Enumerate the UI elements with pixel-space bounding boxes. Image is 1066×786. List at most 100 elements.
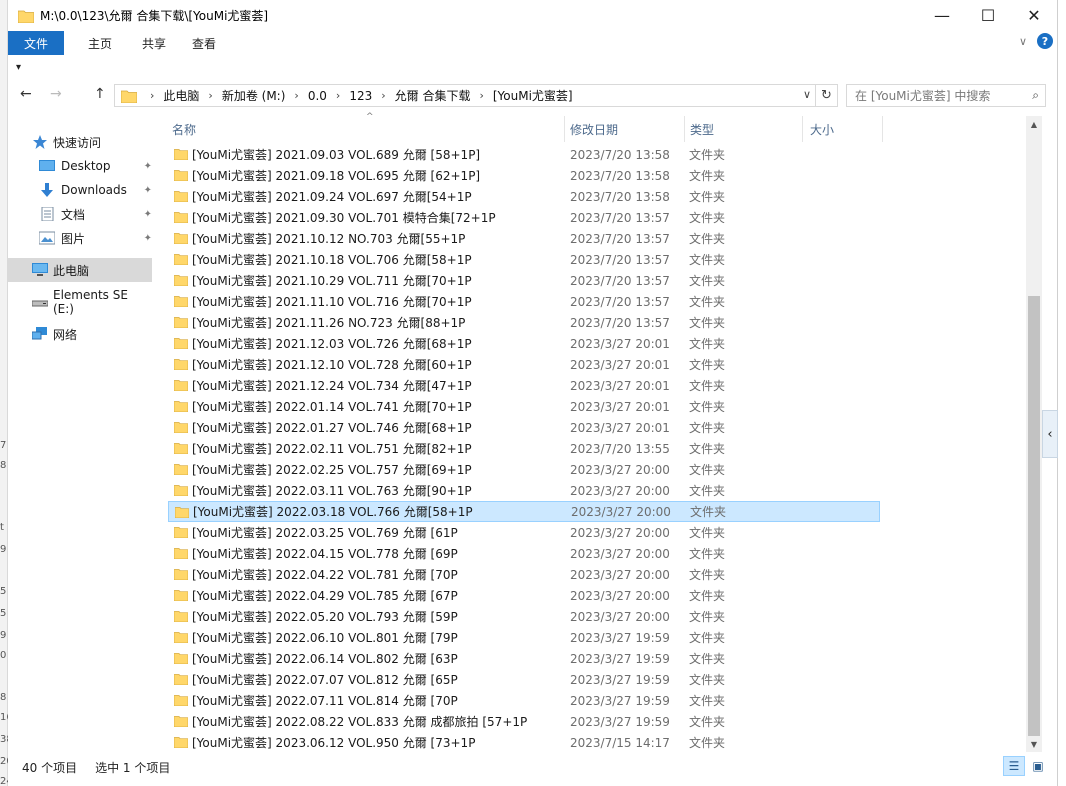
file-row[interactable]: [YouMi尤蜜荟] 2021.09.30 VOL.701 模特合集[72+1P… bbox=[168, 207, 880, 228]
file-row[interactable]: [YouMi尤蜜荟] 2022.01.27 VOL.746 允爾[68+1P 20… bbox=[168, 417, 880, 438]
file-row[interactable]: [YouMi尤蜜荟] 2021.12.10 VOL.728 允爾[60+1P 20… bbox=[168, 354, 880, 375]
help-icon[interactable]: ? bbox=[1037, 33, 1053, 49]
close-button[interactable]: ✕ bbox=[1011, 0, 1057, 31]
collapse-pane-button[interactable]: ‹ bbox=[1042, 410, 1058, 458]
column-type[interactable]: 类型 bbox=[690, 121, 714, 138]
tab-file[interactable]: 文件 bbox=[8, 31, 64, 55]
folder-icon bbox=[173, 631, 189, 644]
file-row[interactable]: [YouMi尤蜜荟] 2022.04.22 VOL.781 允爾 [70P 202… bbox=[168, 564, 880, 585]
minimize-button[interactable]: — bbox=[919, 0, 965, 31]
file-row[interactable]: [YouMi尤蜜荟] 2022.03.25 VOL.769 允爾 [61P 202… bbox=[168, 522, 880, 543]
refresh-button[interactable]: ↻ bbox=[815, 85, 837, 106]
nav-item-label: 文档 bbox=[61, 207, 86, 222]
tab-view[interactable]: 查看 bbox=[186, 35, 236, 52]
large-icons-view-button[interactable]: ▣ bbox=[1027, 756, 1049, 776]
chevron-right-icon[interactable]: › bbox=[208, 89, 212, 102]
tab-home[interactable]: 主页 bbox=[64, 35, 132, 52]
file-row[interactable]: [YouMi尤蜜荟] 2023.06.12 VOL.950 允爾 [73+1P 2… bbox=[168, 732, 880, 753]
forward-icon[interactable]: → bbox=[50, 86, 62, 102]
address-history-dropdown-icon[interactable]: ∨ bbox=[803, 88, 811, 101]
file-row[interactable]: [YouMi尤蜜荟] 2021.11.10 VOL.716 允爾[70+1P 20… bbox=[168, 291, 880, 312]
scroll-up-icon[interactable]: ▲ bbox=[1026, 116, 1042, 132]
file-row[interactable]: [YouMi尤蜜荟] 2022.03.18 VOL.766 允爾[58+1P 20… bbox=[168, 501, 880, 522]
file-row[interactable]: [YouMi尤蜜荟] 2022.07.11 VOL.814 允爾 [70P 202… bbox=[168, 690, 880, 711]
file-row[interactable]: [YouMi尤蜜荟] 2022.03.11 VOL.763 允爾[90+1P 20… bbox=[168, 480, 880, 501]
nav-item-pictures[interactable]: 图片 ✦ bbox=[8, 226, 152, 250]
details-view-button[interactable]: ☰ bbox=[1003, 756, 1025, 776]
file-type: 文件夹 bbox=[689, 169, 726, 183]
file-row[interactable]: [YouMi尤蜜荟] 2022.02.11 VOL.751 允爾[82+1P 20… bbox=[168, 438, 880, 459]
file-name: [YouMi尤蜜荟] 2022.02.25 VOL.757 允爾[69+1P bbox=[192, 463, 472, 477]
folder-icon bbox=[173, 274, 189, 287]
file-type: 文件夹 bbox=[689, 631, 726, 645]
nav-item-this-pc[interactable]: 此电脑 bbox=[8, 258, 152, 282]
file-date-modified: 2023/7/20 13:55 bbox=[570, 441, 670, 456]
chevron-right-icon[interactable]: › bbox=[336, 89, 340, 102]
back-icon[interactable]: ← bbox=[20, 86, 32, 102]
refresh-icon: ↻ bbox=[821, 88, 832, 103]
file-row[interactable]: [YouMi尤蜜荟] 2022.05.20 VOL.793 允爾 [59P 202… bbox=[168, 606, 880, 627]
ribbon-tabs: 文件 主页 共享 查看 ∨ ? bbox=[8, 31, 1057, 55]
file-row[interactable]: [YouMi尤蜜荟] 2022.06.14 VOL.802 允爾 [63P 202… bbox=[168, 648, 880, 669]
tab-share[interactable]: 共享 bbox=[132, 35, 186, 52]
file-type: 文件夹 bbox=[689, 211, 726, 225]
navigation-pane: 快速访问 Desktop ✦ Downloads ✦ 文档 ✦ 图片 ✦ 此电脑… bbox=[8, 116, 156, 752]
title-bar[interactable]: M:\0.0\123\允爾 合集下载\[YouMi尤蜜荟] — ☐ ✕ bbox=[8, 0, 1057, 31]
column-name[interactable]: 名称 bbox=[172, 121, 196, 138]
breadcrumb-folder-0-0[interactable]: 0.0 bbox=[308, 89, 327, 103]
file-row[interactable]: [YouMi尤蜜荟] 2021.11.26 NO.723 允爾[88+1P 202… bbox=[168, 312, 880, 333]
column-size[interactable]: 大小 bbox=[810, 121, 834, 138]
nav-item-downloads[interactable]: Downloads ✦ bbox=[8, 178, 152, 202]
chevron-right-icon[interactable]: › bbox=[150, 89, 154, 102]
breadcrumb-folder-collection[interactable]: 允爾 合集下载 bbox=[395, 87, 471, 104]
breadcrumb-this-pc[interactable]: 此电脑 bbox=[163, 87, 199, 104]
file-row[interactable]: [YouMi尤蜜荟] 2021.09.18 VOL.695 允爾 [62+1P]… bbox=[168, 165, 880, 186]
breadcrumb-drive[interactable]: 新加卷 (M:) bbox=[222, 87, 286, 104]
folder-icon bbox=[173, 316, 189, 329]
file-row[interactable]: [YouMi尤蜜荟] 2022.07.07 VOL.812 允爾 [65P 202… bbox=[168, 669, 880, 690]
column-divider[interactable] bbox=[684, 116, 685, 142]
chevron-right-icon[interactable]: › bbox=[294, 89, 298, 102]
search-placeholder: 在 [YouMi尤蜜荟] 中搜索 bbox=[855, 89, 991, 103]
folder-icon bbox=[173, 547, 189, 560]
quick-access-toolbar-dropdown[interactable]: ▾ bbox=[16, 62, 21, 73]
chevron-right-icon[interactable]: › bbox=[381, 89, 385, 102]
file-name: [YouMi尤蜜荟] 2022.05.20 VOL.793 允爾 [59P bbox=[192, 610, 458, 624]
file-row[interactable]: [YouMi尤蜜荟] 2021.12.03 VOL.726 允爾[68+1P 20… bbox=[168, 333, 880, 354]
file-name: [YouMi尤蜜荟] 2021.11.26 NO.723 允爾[88+1P bbox=[192, 316, 466, 330]
up-icon[interactable]: ↑ bbox=[94, 86, 106, 102]
search-input[interactable]: 在 [YouMi尤蜜荟] 中搜索 ⌕ bbox=[846, 84, 1046, 107]
nav-item-elements-drive[interactable]: Elements SE (E:) bbox=[8, 288, 152, 316]
scroll-down-icon[interactable]: ▼ bbox=[1026, 736, 1042, 752]
address-bar[interactable]: › 此电脑 › 新加卷 (M:) › 0.0 › 123 › 允爾 合集下载 ›… bbox=[114, 84, 838, 107]
column-divider[interactable] bbox=[802, 116, 803, 142]
file-row[interactable]: [YouMi尤蜜荟] 2021.09.03 VOL.689 允爾 [58+1P]… bbox=[168, 144, 880, 165]
file-row[interactable]: [YouMi尤蜜荟] 2021.10.29 VOL.711 允爾[70+1P 20… bbox=[168, 270, 880, 291]
file-row[interactable]: [YouMi尤蜜荟] 2022.02.25 VOL.757 允爾[69+1P 20… bbox=[168, 459, 880, 480]
nav-item-documents[interactable]: 文档 ✦ bbox=[8, 202, 152, 226]
vertical-scrollbar[interactable]: ▲ ▼ bbox=[1026, 116, 1042, 752]
file-row[interactable]: [YouMi尤蜜荟] 2022.08.22 VOL.833 允爾 成都旅拍 [5… bbox=[168, 711, 880, 732]
file-row[interactable]: [YouMi尤蜜荟] 2021.09.24 VOL.697 允爾[54+1P 20… bbox=[168, 186, 880, 207]
nav-item-network[interactable]: 网络 bbox=[8, 322, 152, 346]
scrollbar-thumb[interactable] bbox=[1028, 296, 1040, 736]
file-row[interactable]: [YouMi尤蜜荟] 2021.12.24 VOL.734 允爾[47+1P 20… bbox=[168, 375, 880, 396]
file-row[interactable]: [YouMi尤蜜荟] 2022.04.29 VOL.785 允爾 [67P 202… bbox=[168, 585, 880, 606]
breadcrumb-folder-123[interactable]: 123 bbox=[349, 89, 372, 103]
nav-item-quick-access[interactable]: 快速访问 bbox=[8, 130, 152, 154]
breadcrumb-current-folder[interactable]: [YouMi尤蜜荟] bbox=[493, 87, 573, 104]
file-row[interactable]: [YouMi尤蜜荟] 2022.06.10 VOL.801 允爾 [79P 202… bbox=[168, 627, 880, 648]
file-row[interactable]: [YouMi尤蜜荟] 2021.10.18 VOL.706 允爾[58+1P 20… bbox=[168, 249, 880, 270]
nav-item-desktop[interactable]: Desktop ✦ bbox=[8, 154, 152, 178]
file-row[interactable]: [YouMi尤蜜荟] 2022.01.14 VOL.741 允爾[70+1P 20… bbox=[168, 396, 880, 417]
column-divider[interactable] bbox=[882, 116, 883, 142]
maximize-button[interactable]: ☐ bbox=[965, 0, 1011, 31]
chevron-right-icon[interactable]: › bbox=[479, 89, 483, 102]
folder-icon bbox=[173, 484, 189, 497]
file-row[interactable]: [YouMi尤蜜荟] 2022.04.15 VOL.778 允爾 [69P 202… bbox=[168, 543, 880, 564]
expand-ribbon-icon[interactable]: ∨ bbox=[1019, 35, 1027, 48]
search-icon: ⌕ bbox=[1032, 88, 1039, 102]
file-row[interactable]: [YouMi尤蜜荟] 2021.10.12 NO.703 允爾[55+1P 202… bbox=[168, 228, 880, 249]
column-date-modified[interactable]: 修改日期 bbox=[570, 121, 618, 138]
column-divider[interactable] bbox=[564, 116, 565, 142]
